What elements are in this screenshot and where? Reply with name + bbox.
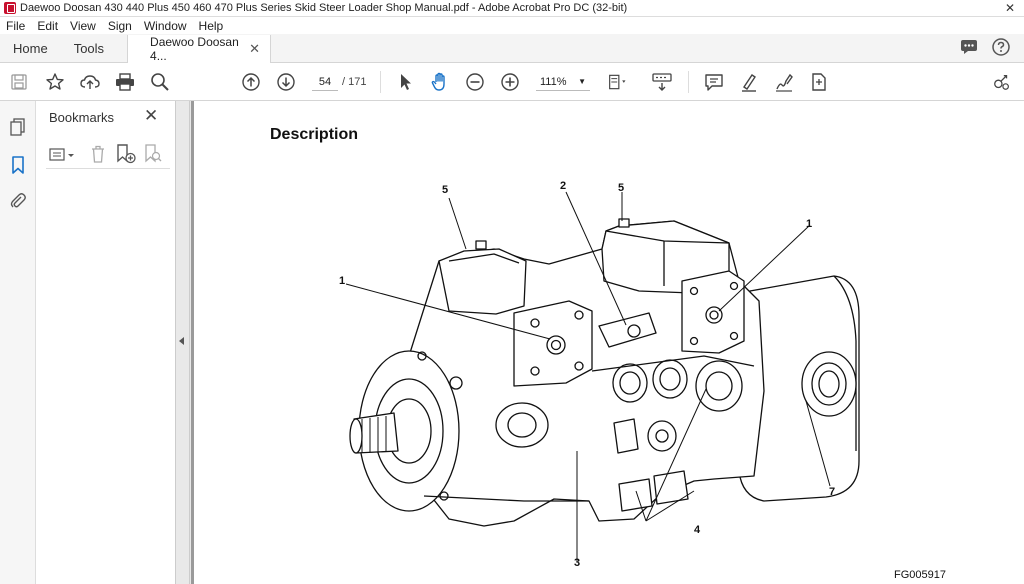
close-panel-icon[interactable]: ✕ — [144, 106, 158, 126]
menu-view[interactable]: View — [70, 19, 96, 33]
main-toolbar: 54 / 171 111% ▼ — [0, 63, 1024, 101]
figure-code: FG005917 — [894, 569, 946, 581]
pdf-page: Description 5 2 5 1 1 7 4 3 FG005917 — [194, 101, 1024, 584]
toolbar-divider — [380, 71, 381, 93]
delete-bookmark-icon[interactable] — [90, 144, 106, 167]
highlight-icon[interactable] — [739, 72, 759, 92]
next-page-icon[interactable] — [276, 72, 296, 92]
menu-file[interactable]: File — [6, 19, 25, 33]
menu-edit[interactable]: Edit — [37, 19, 58, 33]
title-bar: Daewoo Doosan 430 440 Plus 450 460 470 P… — [0, 0, 1024, 17]
tab-home[interactable]: Home — [0, 34, 61, 62]
keyboard-icon[interactable] — [652, 72, 672, 92]
bookmarks-icon[interactable] — [8, 155, 28, 175]
hand-tool-icon[interactable] — [430, 72, 450, 92]
menu-help[interactable]: Help — [199, 19, 224, 33]
new-bookmark-icon[interactable] — [116, 144, 136, 167]
help-icon[interactable] — [992, 37, 1010, 59]
prev-page-icon[interactable] — [241, 72, 261, 92]
callout-2: 2 — [560, 180, 566, 192]
zoom-in-icon[interactable] — [500, 72, 520, 92]
menu-bar: File Edit View Sign Window Help — [0, 17, 1024, 34]
zoom-level-select[interactable]: 111% ▼ — [536, 73, 590, 91]
pump-assembly-illustration: 5 2 5 1 1 7 4 3 — [339, 180, 860, 569]
share-file-icon[interactable] — [809, 72, 829, 92]
page-total: / 171 — [342, 76, 367, 88]
sign-icon[interactable] — [774, 72, 794, 92]
tab-bar: Home Tools Daewoo Doosan 4... ✕ — [0, 34, 1024, 63]
page-thumbnails-icon[interactable] — [8, 117, 28, 137]
bookmark-star-icon[interactable] — [45, 72, 65, 92]
callout-4: 4 — [694, 524, 701, 536]
window-title: Daewoo Doosan 430 440 Plus 450 460 470 P… — [20, 2, 628, 14]
print-icon[interactable] — [115, 72, 135, 92]
share-link-icon[interactable] — [992, 72, 1012, 92]
bookmarks-toolbar — [46, 141, 170, 169]
chevron-down-icon: ▼ — [578, 77, 586, 86]
upload-cloud-icon[interactable] — [80, 72, 100, 92]
bookmarks-panel: Bookmarks ✕ — [36, 101, 176, 584]
callout-5-left: 5 — [442, 184, 448, 196]
collapse-arrow-icon[interactable] — [179, 337, 184, 345]
comment-icon[interactable] — [704, 72, 724, 92]
menu-sign[interactable]: Sign — [108, 19, 132, 33]
zoom-level-value: 111% — [540, 76, 567, 88]
tab-document[interactable]: Daewoo Doosan 4... ✕ — [127, 35, 272, 63]
callout-1-left: 1 — [339, 275, 345, 287]
select-pointer-icon[interactable] — [396, 72, 416, 92]
tab-bar-actions — [960, 34, 1024, 62]
callout-5-right: 5 — [618, 182, 624, 194]
callout-3: 3 — [574, 557, 580, 569]
callout-1-right: 1 — [806, 218, 812, 230]
page-number-input[interactable]: 54 — [312, 73, 338, 91]
callout-7: 7 — [829, 486, 835, 498]
document-tab-label: Daewoo Doosan 4... — [150, 35, 239, 63]
attachments-icon[interactable] — [8, 191, 28, 211]
bookmarks-panel-title: Bookmarks — [49, 110, 115, 125]
page-fit-icon[interactable] — [608, 72, 628, 92]
close-tab-icon[interactable]: ✕ — [249, 41, 260, 57]
bookmark-options-icon[interactable] — [49, 147, 77, 166]
find-icon[interactable] — [150, 72, 170, 92]
window-controls: ✕ — [996, 0, 1024, 17]
zoom-out-icon[interactable] — [465, 72, 485, 92]
menu-window[interactable]: Window — [144, 19, 187, 33]
chat-icon[interactable] — [960, 39, 978, 58]
panel-collapse-strip[interactable] — [176, 101, 190, 584]
close-window-button[interactable]: ✕ — [996, 0, 1024, 17]
bookmark-search-icon[interactable] — [144, 144, 162, 167]
save-icon[interactable] — [9, 72, 29, 92]
toolbar-divider — [688, 71, 689, 93]
navigation-rail — [0, 101, 36, 584]
tab-tools[interactable]: Tools — [61, 34, 117, 62]
acrobat-app-icon — [4, 2, 16, 14]
document-viewer[interactable]: Description 5 2 5 1 1 7 4 3 FG005917 — [191, 101, 1024, 584]
